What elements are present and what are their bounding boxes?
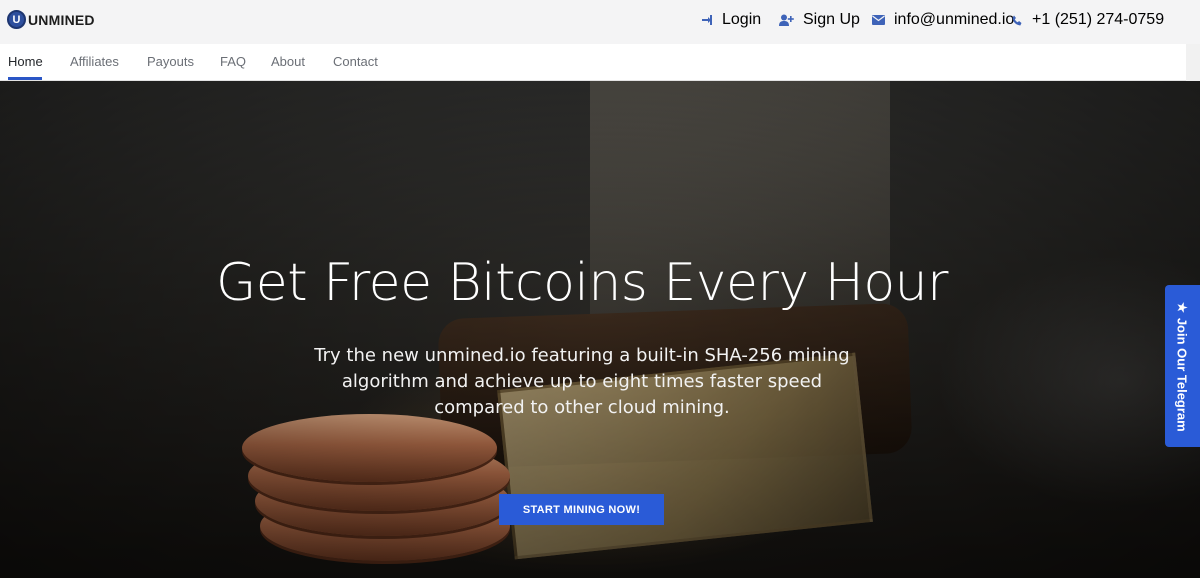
- star-icon: ★: [1175, 300, 1191, 314]
- logo[interactable]: U UNMINED: [7, 10, 95, 29]
- signup-label: Sign Up: [803, 11, 860, 28]
- logo-mark: U: [7, 10, 26, 29]
- login-label: Login: [722, 11, 762, 28]
- scrollbar[interactable]: [1186, 44, 1200, 81]
- nav-item-contact[interactable]: Contact: [333, 54, 378, 69]
- signup-link[interactable]: Sign Up: [779, 11, 860, 29]
- nav-item-home[interactable]: Home: [8, 54, 43, 69]
- nav-item-about[interactable]: About: [271, 54, 305, 69]
- nav-item-affiliates[interactable]: Affiliates: [70, 54, 119, 69]
- phone-icon: [1012, 15, 1022, 25]
- add-user-icon: [779, 14, 794, 26]
- email-link[interactable]: info@unmined.io: [872, 11, 1014, 29]
- hero-banner: Get Free Bitcoins Every Hour Try the new…: [0, 81, 1200, 578]
- login-link[interactable]: Login: [701, 11, 761, 29]
- hero-title: Get Free Bitcoins Every Hour: [216, 253, 948, 313]
- nav-item-faq[interactable]: FAQ: [220, 54, 246, 69]
- start-mining-button[interactable]: START MINING NOW!: [499, 494, 664, 525]
- telegram-label: Join Our Telegram: [1175, 317, 1190, 432]
- top-bar: U UNMINED Login Sign Up info@unmined.io …: [0, 0, 1200, 44]
- phone-link[interactable]: +1 (251) 274-0759: [1012, 11, 1164, 29]
- main-nav: Home Affiliates Payouts FAQ About Contac…: [0, 44, 1200, 81]
- nav-item-payouts[interactable]: Payouts: [147, 54, 194, 69]
- join-telegram-tab[interactable]: ★ Join Our Telegram: [1165, 285, 1200, 447]
- email-label: info@unmined.io: [894, 11, 1015, 28]
- sign-in-icon: [702, 15, 712, 25]
- logo-text: UNMINED: [28, 11, 95, 28]
- active-nav-indicator: [8, 77, 42, 80]
- hero-subtitle: Try the new unmined.io featuring a built…: [314, 345, 850, 418]
- envelope-icon: [872, 15, 885, 25]
- phone-label: +1 (251) 274-0759: [1032, 11, 1165, 28]
